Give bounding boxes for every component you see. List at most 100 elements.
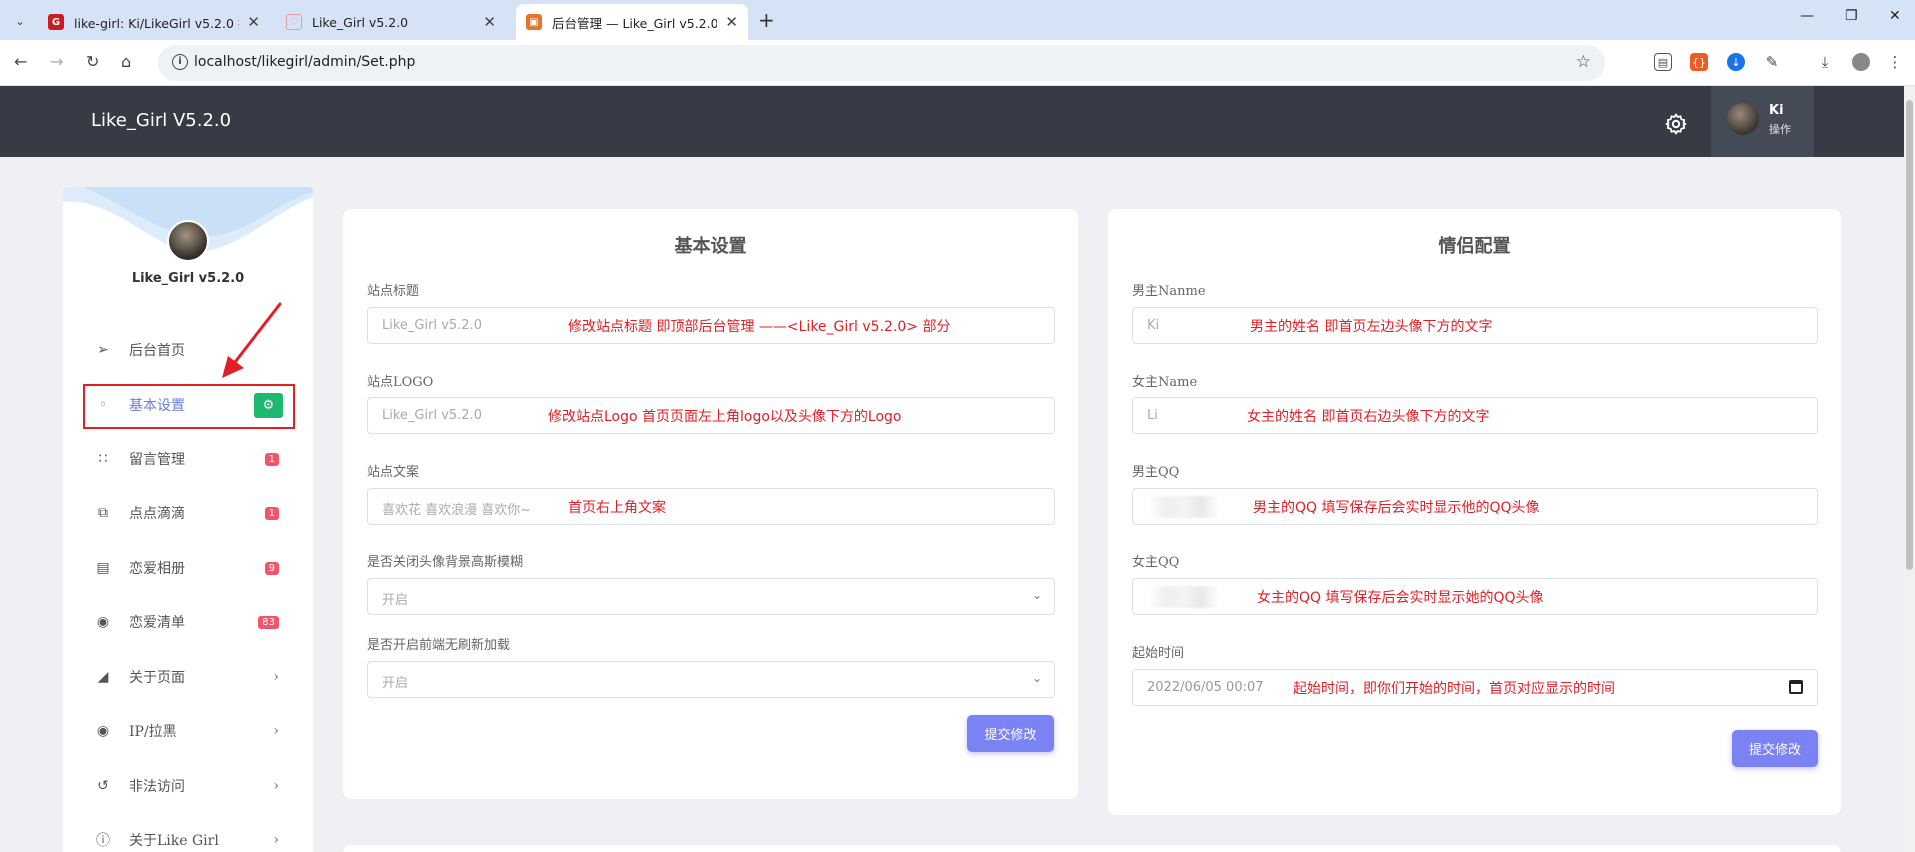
sidebar-item-illegal-access[interactable]: ↺ 非法访问 › [81, 764, 291, 808]
close-tab-icon[interactable]: ✕ [247, 13, 260, 31]
tab-title: 后台管理 — Like_Girl v5.2.0 [552, 15, 718, 31]
page-scrollbar[interactable] [1904, 86, 1915, 852]
active-settings-chip-icon: ⚙ [254, 393, 283, 418]
couple-settings-card: 情侣配置 男主Nanme Ki 男主的姓名 即首页左边头像下方的文字 女主Nam… [1108, 209, 1841, 815]
girl-qq-label: 女主QQ [1132, 555, 1180, 570]
user-role: 操作 [1769, 123, 1791, 136]
browser-tab-likegirl[interactable]: ♡ Like_Girl v5.2.0 ✕ [276, 4, 506, 40]
blur-toggle-label: 是否关闭头像背景高斯模糊 [367, 555, 524, 570]
sidebar-item-album[interactable]: ▤ 恋爱相册 9 [81, 546, 291, 590]
copy-icon: ⧉ [98, 505, 108, 521]
site-title-input[interactable]: Like_Girl v5.2.0 修改站点标题 即顶部后台管理 ——<Like_… [367, 307, 1055, 344]
chevron-right-icon: › [273, 778, 279, 794]
sidebar-item-about-likegirl[interactable]: ⓘ 关于Like Girl › [81, 818, 291, 852]
restore-icon[interactable]: ❐ [1845, 8, 1858, 24]
sidebar-site-name: Like_Girl v5.2.0 [131, 271, 245, 286]
annotation-arrow-icon [222, 302, 282, 378]
calendar-icon[interactable] [1789, 680, 1803, 694]
input-value: Like_Girl v5.2.0 [382, 408, 482, 423]
history-icon: ↺ [97, 778, 109, 794]
heart-logo-icon: ♡ [286, 14, 302, 30]
app-header: Like_Girl V5.2.0 Ki 操作 [0, 86, 1904, 157]
forward-icon[interactable]: → [50, 52, 63, 71]
girl-qq-input[interactable]: 女主的QQ 填写保存后会实时显示她的QQ头像 [1132, 578, 1818, 615]
boy-name-input[interactable]: Ki 男主的姓名 即首页左边头像下方的文字 [1132, 307, 1818, 344]
sidebar-item-label: 关于Like Girl [129, 833, 219, 849]
boy-qq-input[interactable]: 男主的QQ 填写保存后会实时显示他的QQ头像 [1132, 488, 1818, 525]
info-icon: ⓘ [96, 833, 110, 849]
input-value: Li [1147, 408, 1158, 423]
downloads-icon[interactable]: ⤓ [1816, 53, 1834, 71]
sidebar-item-label: 点点滴滴 [129, 506, 185, 522]
close-tab-icon[interactable]: ✕ [725, 13, 738, 31]
redacted-value [1149, 586, 1219, 608]
count-badge: 1 [264, 506, 279, 520]
card-title: 情侣配置 [1438, 236, 1511, 257]
extensions-icon[interactable]: ✎ [1763, 53, 1781, 71]
annotation-note: 女主的QQ 填写保存后会实时显示她的QQ头像 [1257, 590, 1544, 606]
chevron-down-icon: ⌄ [1031, 588, 1042, 602]
site-title-label: 站点标题 [367, 284, 420, 299]
home-icon[interactable]: ⌂ [121, 52, 131, 71]
close-window-icon[interactable]: ✕ [1889, 8, 1901, 24]
start-time-input[interactable]: 2022/06/05 00:07 起始时间，即你们开始的时间，首页对应显示的时间 [1132, 669, 1818, 706]
blur-toggle-select[interactable]: 开启 ⌄ [367, 578, 1055, 615]
tab-search-chevron-icon[interactable]: ⌄ [8, 9, 32, 33]
tag-icon: ◢ [97, 669, 109, 685]
annotation-note: 女主的姓名 即首页右边头像下方的文字 [1247, 409, 1490, 425]
basic-submit-button[interactable]: 提交修改 [967, 715, 1054, 752]
sidebar-item-label: 恋爱清单 [129, 615, 185, 631]
boy-qq-label: 男主QQ [1132, 465, 1180, 480]
minimize-icon[interactable]: — [1800, 8, 1814, 24]
annotation-note: 修改站点标题 即顶部后台管理 ——<Like_Girl v5.2.0> 部分 [568, 319, 951, 335]
settings-gear-icon[interactable] [1664, 112, 1688, 136]
brand-title[interactable]: Like_Girl V5.2.0 [91, 110, 231, 131]
new-tab-icon[interactable]: + [758, 8, 775, 32]
back-icon[interactable]: ← [14, 52, 27, 71]
address-bar[interactable]: i localhost/likegirl/admin/Set.php ☆ [158, 45, 1605, 81]
browser-tab-gitee[interactable]: G like-girl: Ki/LikeGirl v5.2.0 挂载 ✕ [38, 4, 270, 40]
next-card [343, 845, 1841, 852]
sidebar-item-label: 非法访问 [129, 779, 185, 795]
site-info-icon[interactable]: i [172, 54, 188, 70]
sidebar-item-moments[interactable]: ⧉ 点点滴滴 1 [81, 491, 291, 535]
tab-title: Like_Girl v5.2.0 [312, 14, 409, 30]
menu-kebab-icon[interactable]: ⋮ [1886, 53, 1904, 71]
profile-avatar-icon[interactable] [1852, 53, 1870, 71]
sidebar-item-about-page[interactable]: ◢ 关于页面 › [81, 655, 291, 699]
sidebar-item-label: 恋爱相册 [129, 561, 185, 577]
couple-submit-button[interactable]: 提交修改 [1732, 730, 1818, 767]
card-title: 基本设置 [674, 236, 747, 257]
sidebar-item-love-list[interactable]: ◉ 恋爱清单 83 [81, 600, 291, 644]
sidebar-item-ip-blacklist[interactable]: ◉ IP/拉黑 › [81, 709, 291, 753]
redacted-value [1149, 496, 1219, 518]
site-logo-input[interactable]: Like_Girl v5.2.0 修改站点Logo 首页页面左上角logo以及头… [367, 397, 1055, 434]
annotation-note: 男主的QQ 填写保存后会实时显示他的QQ头像 [1253, 500, 1540, 516]
input-value: 喜欢花 喜欢浪漫 喜欢你~ [382, 503, 532, 518]
browser-tab-admin[interactable]: ▣ 后台管理 — Like_Girl v5.2.0 ✕ [516, 4, 748, 40]
count-badge: 1 [264, 452, 279, 466]
boy-name-label: 男主Nanme [1132, 284, 1206, 299]
close-tab-icon[interactable]: ✕ [483, 13, 496, 31]
input-value: 2022/06/05 00:07 [1147, 680, 1264, 695]
sidebar-item-messages[interactable]: ∷ 留言管理 1 [81, 437, 291, 481]
reading-list-icon[interactable]: ▤ [1654, 53, 1672, 71]
annotation-note: 男主的姓名 即首页左边头像下方的文字 [1250, 319, 1493, 335]
user-name: Ki [1769, 103, 1784, 118]
sidebar: Like_Girl v5.2.0 ➢ 后台首页 ◦ 基本设置 ∷ 留言管理 1 … [63, 187, 313, 852]
input-value: Like_Girl v5.2.0 [382, 318, 482, 333]
json-extension-icon[interactable]: {} [1690, 53, 1708, 71]
download-helper-icon[interactable]: ↓ [1727, 53, 1745, 71]
pjax-toggle-select[interactable]: 开启 ⌄ [367, 661, 1055, 698]
girl-name-input[interactable]: Li 女主的姓名 即首页右边头像下方的文字 [1132, 397, 1818, 434]
browser-toolbar: ← → ↻ ⌂ i localhost/likegirl/admin/Set.p… [0, 40, 1915, 86]
site-text-input[interactable]: 喜欢花 喜欢浪漫 喜欢你~ 首页右上角文案 [367, 488, 1055, 525]
bookmark-star-icon[interactable]: ☆ [1576, 52, 1591, 72]
reload-icon[interactable]: ↻ [86, 52, 99, 71]
count-badge: 9 [264, 561, 279, 575]
send-icon: ➢ [97, 342, 109, 358]
scrollbar-thumb[interactable] [1906, 100, 1913, 570]
location-pin-icon: ◉ [96, 614, 110, 630]
user-menu[interactable]: Ki 操作 [1711, 86, 1814, 157]
count-badge: 83 [258, 615, 279, 629]
